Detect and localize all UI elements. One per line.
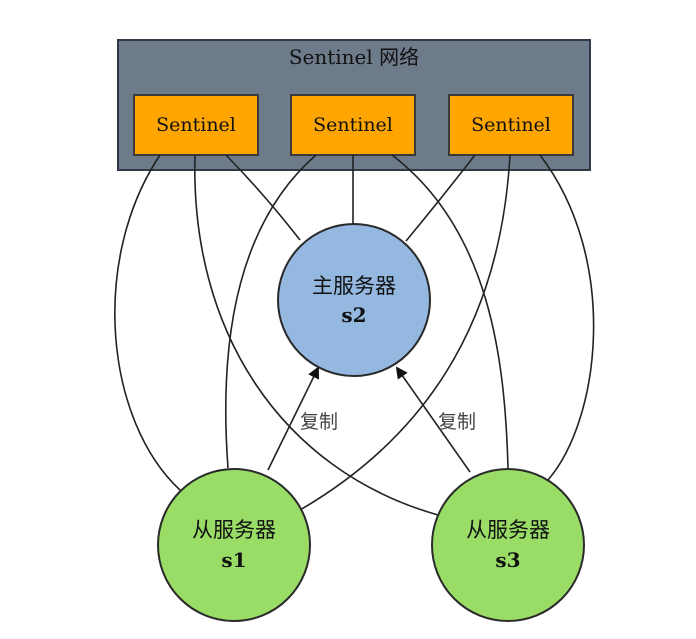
sentinel-label-3: Sentinel — [471, 114, 551, 136]
network-title: Sentinel 网络 — [289, 45, 419, 69]
slave-node-s1 — [157, 468, 311, 622]
edge-sentinel1-s1-outer — [114, 154, 181, 491]
replication-label-s1: 复制 — [300, 411, 338, 433]
master-id: s2 — [341, 303, 366, 327]
sentinel-label-2: Sentinel — [313, 114, 393, 136]
master-node — [277, 223, 431, 377]
slave-id-s1: s1 — [221, 548, 246, 572]
master-name: 主服务器 — [312, 274, 396, 298]
slave-node-s3 — [431, 468, 585, 622]
slave-name-s3: 从服务器 — [466, 518, 550, 542]
sentinel-label-1: Sentinel — [156, 114, 236, 136]
slave-name-s1: 从服务器 — [192, 518, 276, 542]
replication-label-s3: 复制 — [438, 411, 476, 433]
sentinel-diagram: Sentinel 网络 Sentinel Sentinel Sentinel 复… — [114, 39, 595, 622]
edge-sentinel3-s3-outer — [539, 154, 595, 481]
slave-id-s3: s3 — [495, 548, 520, 572]
